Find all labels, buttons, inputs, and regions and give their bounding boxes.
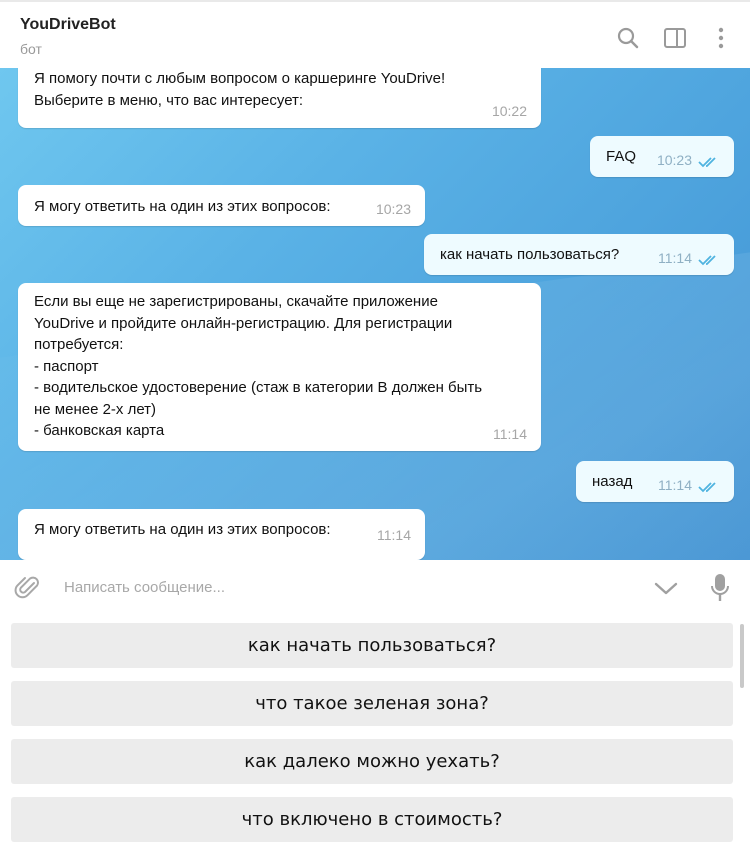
message-text: FAQ bbox=[606, 148, 637, 165]
message-text-line: - банковская карта bbox=[34, 422, 165, 439]
search-icon[interactable] bbox=[616, 26, 640, 50]
message-outgoing[interactable]: как начать пользоваться? 11:14 bbox=[424, 234, 734, 275]
message-outgoing[interactable]: назад 11:14 bbox=[576, 461, 734, 502]
message-time: 11:14 bbox=[658, 249, 692, 266]
microphone-icon[interactable] bbox=[710, 573, 730, 603]
message-outgoing[interactable]: FAQ 10:23 bbox=[590, 136, 734, 177]
chat-header: YouDriveBot бот bbox=[0, 0, 750, 68]
chat-title[interactable]: YouDriveBot bbox=[20, 16, 116, 34]
message-composer: Написать сообщение... bbox=[0, 560, 750, 616]
chevron-down-icon[interactable] bbox=[654, 578, 678, 598]
message-text-line: потребуется: bbox=[34, 336, 124, 353]
message-text-line: - водительское удостоверение (стаж в кат… bbox=[34, 379, 483, 396]
keyboard-scrollbar[interactable] bbox=[740, 624, 744, 688]
message-incoming[interactable]: Если вы еще не зарегистрированы, скачайт… bbox=[18, 283, 541, 451]
bot-keyboard: как начать пользоваться? что такое зелен… bbox=[0, 616, 750, 853]
sidebar-toggle-icon[interactable] bbox=[663, 26, 687, 50]
chat-subtitle: бот bbox=[20, 41, 42, 57]
message-text-line: не менее 2-х лет) bbox=[34, 400, 157, 418]
message-text: Я могу ответить на один из этих вопросов… bbox=[34, 198, 331, 215]
keyboard-button-how-to-start[interactable]: как начать пользоваться? bbox=[11, 623, 733, 668]
message-text-line: YouDrive и пройдите онлайн-регистрацию. … bbox=[34, 314, 453, 332]
message-input[interactable]: Написать сообщение... bbox=[64, 579, 225, 596]
message-time: 10:23 bbox=[656, 151, 692, 168]
message-text-line: Выберите в меню, что вас интересует: bbox=[34, 91, 304, 109]
message-incoming[interactable]: Я могу ответить на один из этих вопросов… bbox=[18, 509, 425, 560]
more-vertical-icon[interactable] bbox=[709, 26, 733, 50]
message-time: 11:14 bbox=[377, 526, 411, 543]
keyboard-button-price-includes[interactable]: что включено в стоимость? bbox=[11, 797, 733, 842]
message-time: 11:14 bbox=[493, 425, 527, 442]
chat-history[interactable]: Я помогу почти с любым вопросом о каршер… bbox=[0, 68, 750, 560]
message-incoming[interactable]: Я помогу почти с любым вопросом о каршер… bbox=[18, 68, 541, 128]
message-time: 11:14 bbox=[658, 476, 692, 493]
double-check-icon bbox=[698, 482, 716, 493]
message-text: как начать пользоваться? bbox=[440, 246, 620, 263]
message-text-line: Я помогу почти с любым вопросом о каршер… bbox=[34, 70, 446, 87]
message-incoming[interactable]: Я могу ответить на один из этих вопросов… bbox=[18, 185, 425, 226]
message-text-line: - паспорт bbox=[34, 357, 99, 375]
double-check-icon bbox=[698, 255, 716, 266]
message-time: 10:23 bbox=[375, 200, 411, 217]
message-text: назад bbox=[592, 473, 633, 490]
paperclip-icon[interactable] bbox=[14, 574, 42, 602]
message-time: 10:22 bbox=[491, 102, 527, 119]
keyboard-button-green-zone[interactable]: что такое зеленая зона? bbox=[11, 681, 733, 726]
message-text-line: Если вы еще не зарегистрированы, скачайт… bbox=[34, 293, 438, 310]
double-check-icon bbox=[698, 157, 716, 168]
keyboard-button-how-far[interactable]: как далеко можно уехать? bbox=[11, 739, 733, 784]
message-text: Я могу ответить на один из этих вопросов… bbox=[34, 521, 331, 538]
